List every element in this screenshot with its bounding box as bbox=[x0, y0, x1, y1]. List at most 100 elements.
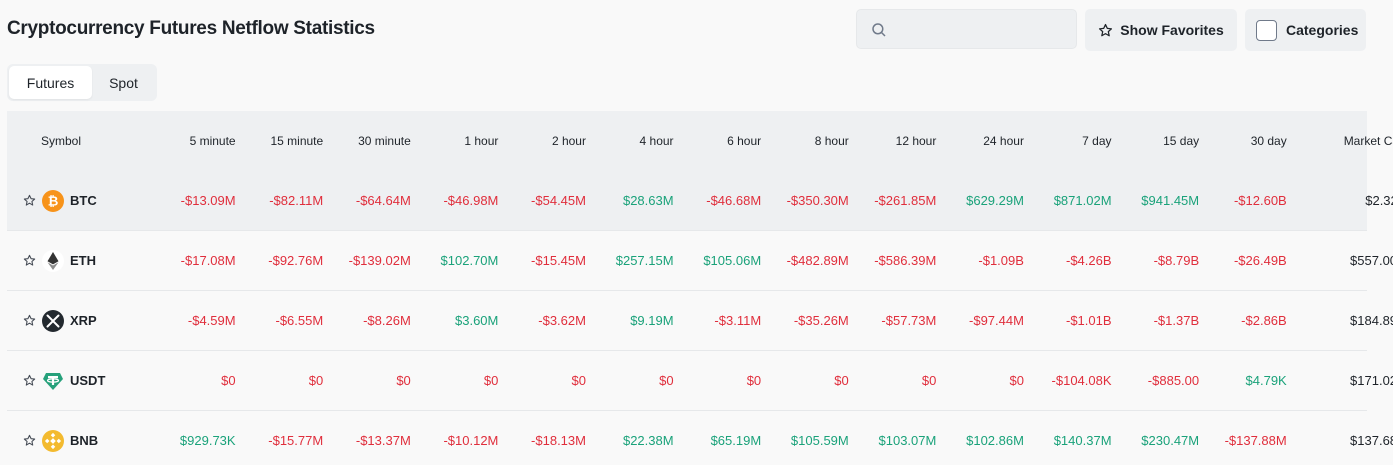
search-box[interactable] bbox=[856, 9, 1077, 49]
bnb-icon bbox=[42, 429, 64, 452]
table-row[interactable]: BNB $929.73K -$15.77M -$13.37M -$10.12M -$18.… bbox=[7, 411, 1393, 465]
netflow-30-day: -$12.60B bbox=[1233, 193, 1287, 208]
header-4-hour[interactable]: 4 hour bbox=[586, 134, 674, 148]
netflow-15-day: -$1.37B bbox=[1153, 313, 1200, 328]
header-30-day[interactable]: 30 day bbox=[1199, 134, 1287, 148]
symbol-label: BTC bbox=[70, 193, 97, 208]
header-symbol[interactable]: Symbol bbox=[7, 134, 148, 148]
netflow-6-hour: -$46.68M bbox=[706, 193, 762, 208]
netflow-30-minute: -$64.64M bbox=[355, 193, 411, 208]
header-8-hour[interactable]: 8 hour bbox=[761, 134, 849, 148]
netflow-8-hour: -$482.89M bbox=[786, 253, 849, 268]
netflow-30-minute: -$139.02M bbox=[348, 253, 411, 268]
netflow-15-day: -$885.00 bbox=[1147, 373, 1200, 388]
header-15-minute[interactable]: 15 minute bbox=[236, 134, 323, 148]
market-cap-value: $2.32T bbox=[1365, 193, 1393, 208]
header-5-minute[interactable]: 5 minute bbox=[148, 134, 236, 148]
netflow-30-day: -$2.86B bbox=[1241, 313, 1287, 328]
netflow-30-day: -$137.88M bbox=[1224, 433, 1287, 448]
netflow-24-hour: $0 bbox=[1009, 373, 1024, 388]
netflow-8-hour: $0 bbox=[834, 373, 849, 388]
netflow-15-day: $941.45M bbox=[1141, 193, 1200, 208]
header-6-hour[interactable]: 6 hour bbox=[674, 134, 761, 148]
categories-checkbox[interactable] bbox=[1256, 19, 1277, 41]
favorite-star-icon[interactable] bbox=[23, 194, 36, 207]
svg-text:₿: ₿ bbox=[48, 193, 59, 208]
netflow-2-hour: -$15.45M bbox=[531, 253, 586, 268]
netflow-5-minute: $929.73K bbox=[179, 433, 236, 448]
symbol-cell: ETH bbox=[7, 249, 148, 272]
netflow-7-day: -$4.26B bbox=[1065, 253, 1112, 268]
header-12-hour[interactable]: 12 hour bbox=[849, 134, 937, 148]
netflow-4-hour: $9.19M bbox=[630, 313, 674, 328]
netflow-24-hour: $102.86M bbox=[966, 433, 1024, 448]
table-row[interactable]: USDT $0 $0 $0 $0 $0 $0 $0 $0 $0 $0 -$104.08K -$885.0… bbox=[7, 351, 1393, 411]
show-favorites-button[interactable]: Show Favorites bbox=[1085, 9, 1237, 51]
table-row[interactable]: XRP -$4.59M -$6.55M -$8.26M $3.60M -$3.62M $9.… bbox=[7, 291, 1393, 351]
netflow-30-day: -$26.49B bbox=[1233, 253, 1287, 268]
header-15-day[interactable]: 15 day bbox=[1112, 134, 1199, 148]
netflow-15-day: $230.47M bbox=[1141, 433, 1200, 448]
netflow-30-day: $4.79K bbox=[1245, 373, 1287, 388]
netflow-page: Cryptocurrency Futures Netflow Statistic… bbox=[0, 0, 1393, 465]
netflow-12-hour: -$57.73M bbox=[881, 313, 937, 328]
netflow-2-hour: $0 bbox=[571, 373, 586, 388]
netflow-15-minute: -$92.76M bbox=[268, 253, 324, 268]
netflow-15-minute: -$82.11M bbox=[269, 193, 324, 208]
header-market-cap[interactable]: Market Cap bbox=[1287, 134, 1393, 148]
symbol-cell: ₿ BTC bbox=[7, 189, 148, 212]
categories-button[interactable]: Categories bbox=[1245, 9, 1366, 51]
netflow-6-hour: -$3.11M bbox=[714, 313, 762, 328]
netflow-5-minute: -$4.59M bbox=[187, 313, 236, 328]
netflow-24-hour: -$1.09B bbox=[978, 253, 1024, 268]
netflow-30-minute: -$8.26M bbox=[363, 313, 411, 328]
btc-icon: ₿ bbox=[42, 189, 64, 212]
netflow-30-minute: -$13.37M bbox=[355, 433, 411, 448]
netflow-30-minute: $0 bbox=[396, 373, 411, 388]
netflow-4-hour: $0 bbox=[659, 373, 674, 388]
table-row[interactable]: ETH -$17.08M -$92.76M -$139.02M $102.70M -$15… bbox=[7, 231, 1393, 291]
netflow-table: Symbol 5 minute 15 minute 30 minute 1 ho… bbox=[7, 111, 1393, 465]
eth-icon bbox=[42, 249, 64, 272]
netflow-6-hour: $105.06M bbox=[703, 253, 762, 268]
symbol-cell: BNB bbox=[7, 429, 148, 452]
header-2-hour[interactable]: 2 hour bbox=[498, 134, 586, 148]
netflow-6-hour: $0 bbox=[746, 373, 762, 388]
star-icon bbox=[1099, 23, 1113, 36]
netflow-12-hour: $103.07M bbox=[878, 433, 937, 448]
market-cap-value: $184.89B bbox=[1350, 313, 1393, 328]
netflow-1-hour: -$10.12M bbox=[443, 433, 499, 448]
favorite-star-icon[interactable] bbox=[23, 314, 36, 327]
favorite-star-icon[interactable] bbox=[23, 374, 36, 387]
symbol-label: XRP bbox=[70, 313, 97, 328]
tab-spot[interactable]: Spot bbox=[92, 66, 155, 99]
market-cap-value: $137.68B bbox=[1350, 433, 1393, 448]
table-header: Symbol 5 minute 15 minute 30 minute 1 ho… bbox=[7, 111, 1393, 171]
netflow-12-hour: -$261.85M bbox=[874, 193, 937, 208]
netflow-2-hour: -$54.45M bbox=[531, 193, 586, 208]
netflow-12-hour: -$586.39M bbox=[874, 253, 937, 268]
tab-futures[interactable]: Futures bbox=[9, 66, 92, 99]
market-cap-value: $171.02B bbox=[1350, 373, 1393, 388]
netflow-7-day: $871.02M bbox=[1053, 193, 1112, 208]
favorite-star-icon[interactable] bbox=[23, 434, 36, 447]
search-input[interactable] bbox=[897, 10, 1072, 48]
symbol-label: ETH bbox=[70, 253, 96, 268]
netflow-5-minute: -$13.09M bbox=[180, 193, 236, 208]
favorite-star-icon[interactable] bbox=[23, 254, 36, 267]
netflow-7-day: -$104.08K bbox=[1051, 373, 1112, 388]
table-row[interactable]: ₿ BTC -$13.09M -$82.11M -$64.64M -$46.98M -$54… bbox=[7, 171, 1393, 231]
netflow-8-hour: $105.59M bbox=[790, 433, 849, 448]
header-7-day[interactable]: 7 day bbox=[1024, 134, 1111, 148]
netflow-2-hour: -$18.13M bbox=[531, 433, 586, 448]
page-title: Cryptocurrency Futures Netflow Statistic… bbox=[7, 18, 375, 39]
show-favorites-label: Show Favorites bbox=[1120, 22, 1224, 38]
netflow-8-hour: -$350.30M bbox=[786, 193, 849, 208]
header-30-minute[interactable]: 30 minute bbox=[323, 134, 411, 148]
netflow-2-hour: -$3.62M bbox=[538, 313, 586, 328]
netflow-12-hour: $0 bbox=[921, 373, 937, 388]
netflow-1-hour: $102.70M bbox=[440, 253, 499, 268]
netflow-7-day: -$1.01B bbox=[1065, 313, 1112, 328]
header-24-hour[interactable]: 24 hour bbox=[936, 134, 1024, 148]
header-1-hour[interactable]: 1 hour bbox=[411, 134, 498, 148]
